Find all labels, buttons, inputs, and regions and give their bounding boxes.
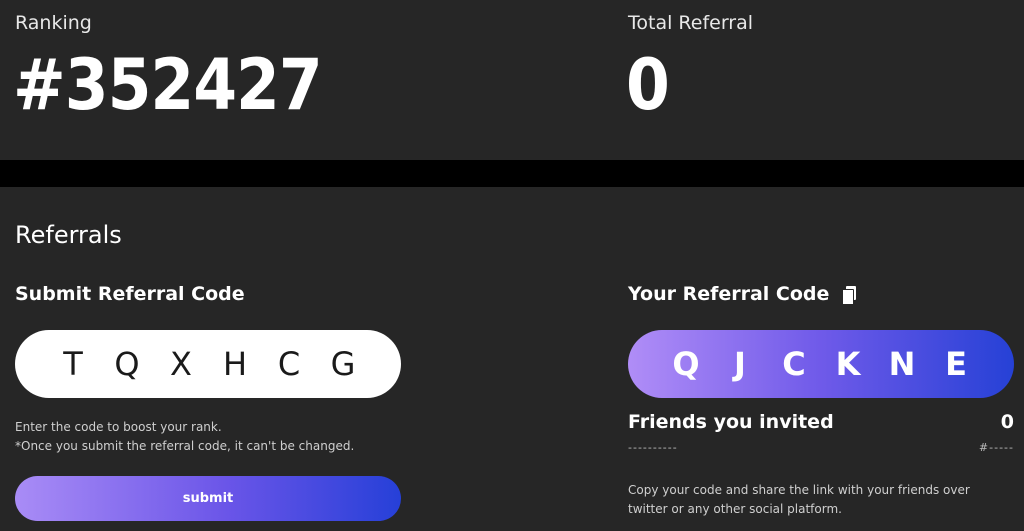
submit-button[interactable]: submit — [15, 476, 401, 521]
help-line-boost: Enter the code to boost your rank. — [15, 420, 222, 434]
code-letter: C — [782, 345, 806, 383]
code-letter: T — [63, 345, 83, 383]
ranking-value: #352427 — [13, 44, 323, 126]
your-referral-code: Q J C K N E — [628, 330, 1014, 398]
code-letter: E — [945, 345, 967, 383]
friends-invited-count: 0 — [1000, 411, 1014, 433]
friend-placeholder-name: ---------- — [628, 441, 678, 454]
total-referral-label: Total Referral — [628, 12, 754, 34]
friend-placeholder-rank: #----- — [978, 441, 1014, 454]
code-letter: C — [277, 345, 301, 383]
referrals-panel: Referrals Submit Referral Code T Q X H C… — [0, 187, 1024, 531]
referrals-title: Referrals — [15, 221, 122, 249]
code-letter: Q — [114, 345, 140, 383]
ranking-label: Ranking — [15, 12, 92, 34]
share-instructions: Copy your code and share the link with y… — [628, 483, 970, 516]
code-letter: J — [734, 345, 746, 383]
submit-referral-title: Submit Referral Code — [15, 283, 245, 305]
code-letter: G — [330, 345, 356, 383]
your-referral-code-header: Your Referral Code — [628, 283, 857, 305]
referral-code-letters: T Q X H C G — [46, 345, 370, 383]
total-referral-value: 0 — [626, 44, 670, 126]
code-letter: X — [170, 345, 192, 383]
code-letter: N — [888, 345, 916, 383]
code-letter: Q — [672, 345, 700, 383]
your-code-letters: Q J C K N E — [659, 345, 983, 383]
help-line-warning: *Once you submit the referral code, it c… — [15, 439, 355, 453]
your-referral-code-title: Your Referral Code — [628, 283, 830, 305]
code-letter: H — [222, 345, 248, 383]
code-letter: K — [835, 345, 861, 383]
friends-invited-label: Friends you invited — [628, 411, 834, 433]
help-text: Enter the code to boost your rank. *Once… — [15, 418, 354, 456]
copy-icon[interactable] — [842, 285, 857, 305]
referral-code-input[interactable]: T Q X H C G — [15, 330, 401, 398]
stats-panel: Ranking #352427 Total Referral 0 — [0, 0, 1024, 160]
